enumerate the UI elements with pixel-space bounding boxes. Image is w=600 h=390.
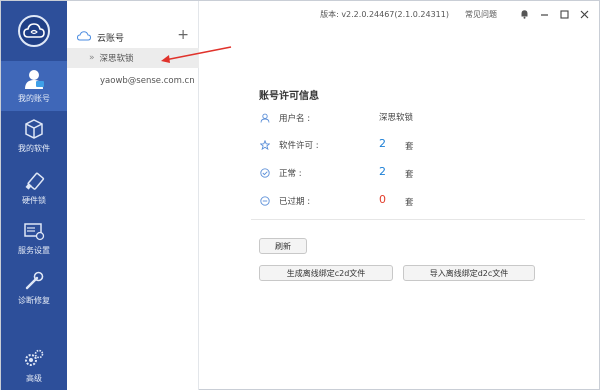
sidebar-item-label: 我的账号 xyxy=(18,94,50,103)
section-divider xyxy=(251,219,585,220)
sidebar-item-my-software[interactable]: 我的软件 xyxy=(1,111,67,161)
sidebar-item-service-settings[interactable]: 服务设置 xyxy=(1,213,67,263)
account-email[interactable]: yaowb@sense.com.cn xyxy=(100,76,195,86)
user-outline-icon xyxy=(259,112,271,124)
refresh-button[interactable]: 刷新 xyxy=(259,238,307,254)
account-item-label: 深思软锁 xyxy=(99,54,134,64)
cubes-icon xyxy=(21,118,47,140)
user-icon xyxy=(21,68,47,90)
sidebar-item-label: 诊断修复 xyxy=(18,296,50,305)
add-account-button[interactable]: + xyxy=(177,27,189,43)
cloud-logo-icon xyxy=(23,23,45,38)
sidebar-item-hardware-lock[interactable]: 硬件锁 xyxy=(1,163,67,213)
usb-key-icon xyxy=(21,170,47,192)
main-sidebar: 我的账号 我的软件 硬件锁 服务设置 诊断修复 高级 xyxy=(1,1,67,390)
license-unit: 套 xyxy=(405,142,414,152)
sidebar-item-label: 服务设置 xyxy=(18,246,50,255)
username-value: 深思软锁 xyxy=(379,113,414,123)
license-label: 软件许可 : xyxy=(279,141,319,151)
app-logo xyxy=(18,15,50,47)
minus-circle-icon xyxy=(259,195,271,207)
notification-bell-icon[interactable] xyxy=(517,7,531,21)
cloud-icon xyxy=(76,30,92,44)
sidebar-item-diagnose-repair[interactable]: 诊断修复 xyxy=(1,263,67,313)
sidebar-item-my-account[interactable]: 我的账号 xyxy=(1,61,67,111)
close-icon[interactable] xyxy=(577,7,591,21)
expired-count: 0 xyxy=(379,193,386,206)
normal-label: 正常 : xyxy=(279,169,302,179)
expired-label: 已过期 : xyxy=(279,197,311,207)
license-count: 2 xyxy=(379,137,386,150)
server-settings-icon xyxy=(21,220,47,242)
check-circle-icon xyxy=(259,167,271,179)
sidebar-item-label: 我的软件 xyxy=(18,144,50,153)
gears-icon xyxy=(21,348,47,370)
normal-unit: 套 xyxy=(405,170,414,180)
cloud-account-title: 云账号 xyxy=(97,33,125,44)
sidebar-item-label: 硬件锁 xyxy=(22,196,46,205)
wrench-icon xyxy=(21,270,47,292)
cloud-account-header: 云账号 + xyxy=(76,27,195,44)
double-chevron-right-icon: » xyxy=(89,53,95,63)
username-row: 用户名 : xyxy=(259,111,363,125)
minimize-icon[interactable] xyxy=(537,7,551,21)
license-info-title: 账号许可信息 xyxy=(259,91,319,102)
faq-link[interactable]: 常见问题 xyxy=(465,9,497,20)
username-label: 用户名 : xyxy=(279,114,311,124)
sidebar-item-advanced[interactable]: 高级 xyxy=(1,341,67,390)
license-row: 软件许可 : xyxy=(259,138,363,152)
version-text: 版本: v2.2.0.24467(2.1.0.24311) xyxy=(320,9,449,19)
maximize-icon[interactable] xyxy=(557,7,571,21)
annotation-arrow-icon xyxy=(161,46,232,63)
import-d2c-button[interactable]: 导入离线绑定d2c文件 xyxy=(403,265,535,281)
title-bar: 版本: v2.2.0.24467(2.1.0.24311) 常见问题 xyxy=(199,1,600,27)
generate-c2d-button[interactable]: 生成离线绑定c2d文件 xyxy=(259,265,393,281)
app-window: 我的账号 我的软件 硬件锁 服务设置 诊断修复 高级 云账号 + » 深思软锁 … xyxy=(0,0,600,390)
normal-row: 正常 : xyxy=(259,166,363,180)
normal-count: 2 xyxy=(379,165,386,178)
expired-unit: 套 xyxy=(405,198,414,208)
sidebar-item-label: 高级 xyxy=(26,374,42,383)
expired-row: 已过期 : xyxy=(259,194,363,208)
star-icon xyxy=(259,139,271,151)
